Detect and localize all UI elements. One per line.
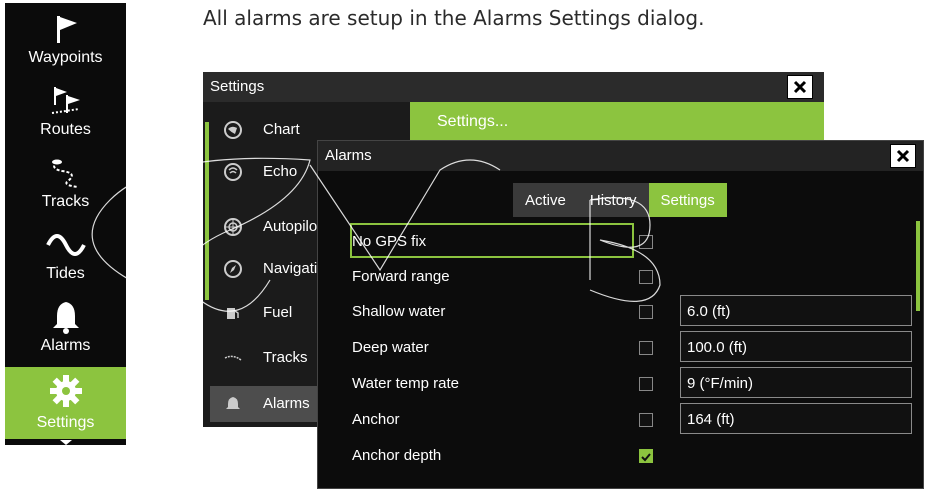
- gear-icon: [5, 373, 126, 409]
- tab-settings[interactable]: Settings: [648, 183, 727, 217]
- alarm-row-shallow-water[interactable]: Shallow water 6.0 (ft): [328, 294, 918, 329]
- menu-label: Tracks: [41, 193, 90, 210]
- category-label: Alarms: [263, 395, 310, 412]
- alarms-dialog: Alarms Active History Settings No GPS fi…: [317, 140, 924, 489]
- menu-label: Tides: [46, 265, 85, 282]
- alarms-close-button[interactable]: [890, 144, 916, 168]
- alarm-value-field[interactable]: 9 (°F/min): [680, 367, 912, 398]
- menu-item-tracks[interactable]: Tracks: [5, 149, 126, 221]
- alarm-value-field[interactable]: 6.0 (ft): [680, 295, 912, 326]
- alarm-checkbox[interactable]: [639, 449, 653, 463]
- alarm-name: Shallow water: [352, 303, 446, 320]
- tab-active[interactable]: Active: [513, 183, 578, 217]
- alarms-titlebar: Alarms: [318, 141, 923, 171]
- alarm-name: Deep water: [352, 339, 429, 356]
- alarm-name: No GPS fix: [352, 233, 427, 250]
- bell-icon: [222, 393, 244, 415]
- menu-item-tides[interactable]: Tides: [5, 221, 126, 293]
- settings-scrollbar[interactable]: [205, 122, 209, 300]
- chevron-down-icon: [60, 440, 72, 445]
- alarm-checkbox[interactable]: [639, 377, 653, 391]
- alarm-name: Water temp rate: [352, 375, 459, 392]
- menu-label: Waypoints: [28, 49, 103, 66]
- settings-titlebar: Settings: [203, 72, 824, 102]
- menu-label: Alarms: [40, 337, 91, 354]
- alarm-checkbox[interactable]: [639, 341, 653, 355]
- alarm-row-deep-water[interactable]: Deep water 100.0 (ft): [328, 330, 918, 365]
- category-label: Fuel: [263, 304, 293, 321]
- alarms-title: Alarms: [325, 147, 372, 164]
- category-label: Echo: [263, 163, 298, 180]
- alarm-value-field[interactable]: 164 (ft): [680, 403, 912, 434]
- alarm-row-no-gps-fix[interactable]: No GPS fix: [328, 223, 918, 259]
- autopilot-icon: [222, 216, 244, 238]
- category-label: Navigati: [263, 260, 318, 277]
- route-flags-icon: [5, 83, 126, 119]
- bell-icon: [5, 299, 126, 335]
- alarm-name: Anchor: [352, 411, 400, 428]
- checkmark-icon: [641, 453, 651, 462]
- menu-item-routes[interactable]: Routes: [5, 77, 126, 149]
- menu-item-settings[interactable]: Settings: [5, 367, 126, 439]
- category-label: Chart: [263, 121, 300, 138]
- fuel-icon: [222, 302, 244, 324]
- menu-item-alarms[interactable]: Alarms: [5, 293, 126, 365]
- settings-header-bar: Settings...: [410, 102, 824, 142]
- page-caption: All alarms are setup in the Alarms Setti…: [203, 6, 705, 30]
- alarm-value-field[interactable]: 100.0 (ft): [680, 331, 912, 362]
- settings-title: Settings: [210, 78, 265, 95]
- tracks-icon: [5, 155, 126, 191]
- flag-icon: [5, 11, 126, 47]
- alarm-checkbox[interactable]: [639, 270, 653, 284]
- chart-icon: [222, 119, 244, 141]
- alarm-row-forward-range[interactable]: Forward range: [328, 259, 918, 294]
- tracks-icon: [222, 347, 244, 369]
- category-label: Autopilo: [263, 218, 318, 235]
- close-icon: [793, 80, 807, 94]
- settings-close-button[interactable]: [787, 75, 813, 99]
- menu-label: Settings: [36, 414, 95, 431]
- alarm-row-anchor-depth[interactable]: Anchor depth: [328, 438, 918, 473]
- alarm-row-anchor[interactable]: Anchor 164 (ft): [328, 402, 918, 437]
- close-icon: [896, 149, 910, 163]
- category-label: Tracks: [263, 349, 308, 366]
- settings-header-text: Settings...: [437, 113, 509, 130]
- menu-label: Routes: [40, 121, 91, 138]
- alarms-tabs: Active History Settings: [513, 183, 727, 217]
- alarm-checkbox[interactable]: [639, 235, 653, 249]
- alarm-name: Forward range: [352, 268, 450, 285]
- echo-icon: [222, 161, 244, 183]
- side-menu: Waypoints Routes Tracks Tides Alarms Set…: [5, 3, 126, 445]
- alarm-name: Anchor depth: [352, 447, 442, 464]
- alarm-checkbox[interactable]: [639, 413, 653, 427]
- compass-icon: [222, 258, 244, 280]
- alarm-checkbox[interactable]: [639, 305, 653, 319]
- tab-history[interactable]: History: [577, 183, 649, 217]
- alarm-row-water-temp-rate[interactable]: Water temp rate 9 (°F/min): [328, 366, 918, 401]
- tide-wave-icon: [5, 227, 126, 263]
- menu-item-waypoints[interactable]: Waypoints: [5, 5, 126, 77]
